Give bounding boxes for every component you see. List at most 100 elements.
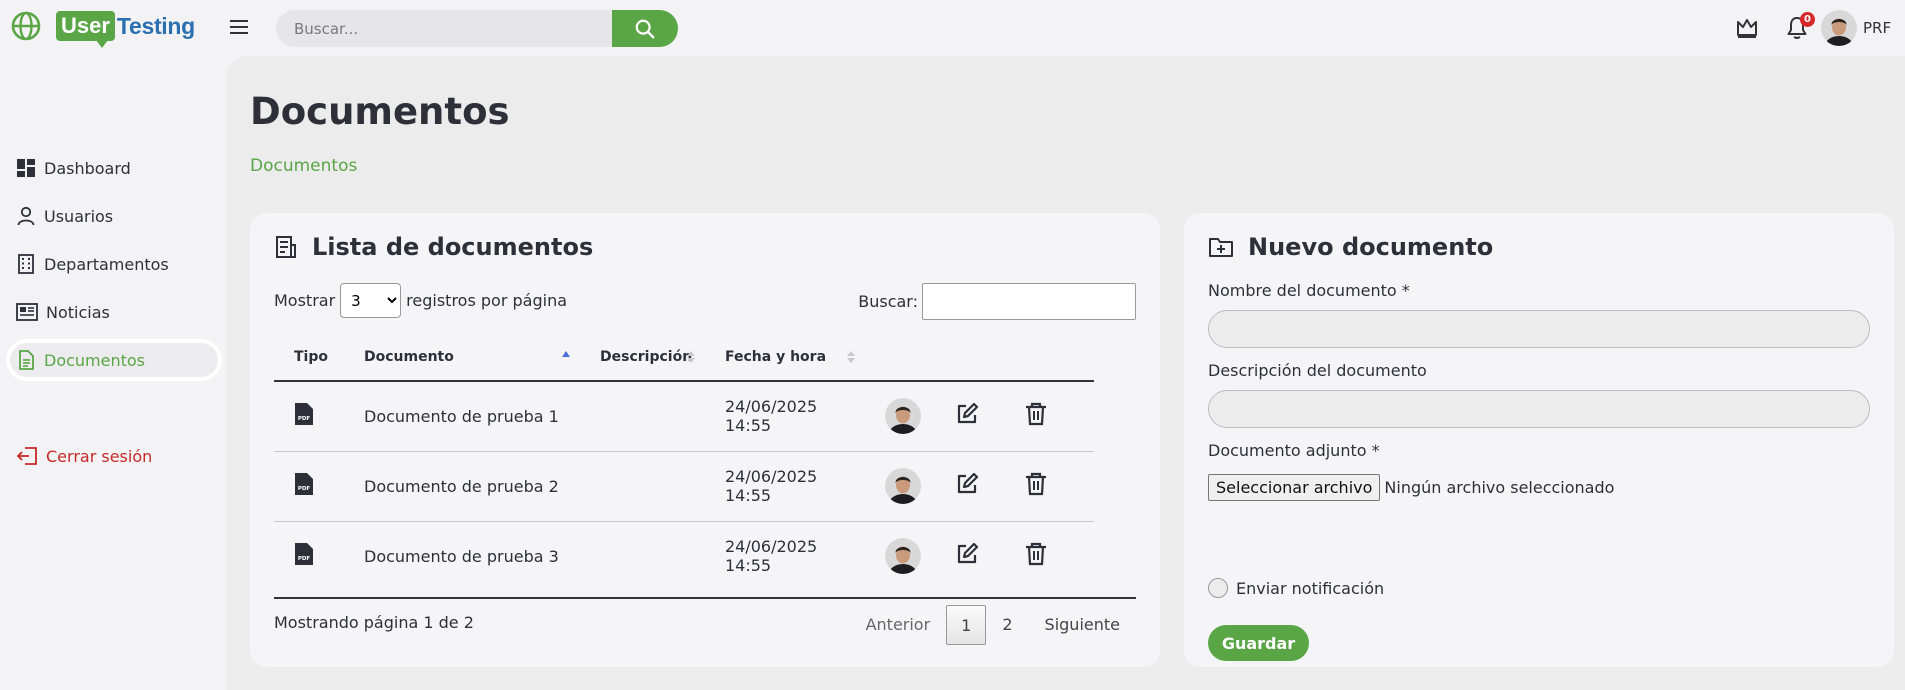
logout-button[interactable]: Cerrar sesión [6, 435, 222, 477]
column-header-descripcion[interactable]: Descripción [580, 333, 705, 382]
sidebar-item-departamentos[interactable]: Departamentos [6, 243, 222, 285]
sort-asc-icon [562, 351, 570, 357]
user-initials[interactable]: PRF [1863, 19, 1891, 37]
file-input-row: Seleccionar archivo Ningún archivo selec… [1208, 474, 1614, 501]
author-avatar [885, 468, 921, 504]
sidebar-item-label: Departamentos [44, 254, 169, 274]
table-bottom-border [274, 597, 1136, 599]
pagination-page-1[interactable]: 1 [946, 605, 987, 645]
logo[interactable]: User Testing [10, 10, 195, 48]
documents-list-card: Lista de documentos Mostrar 3 registros … [250, 213, 1160, 667]
pdf-file-icon[interactable]: PDF [294, 402, 314, 426]
type-cell: PDF [274, 521, 344, 591]
notification-badge: 0 [1800, 12, 1815, 27]
type-cell: PDF [274, 381, 344, 452]
document-file-label: Documento adjunto * [1208, 441, 1380, 460]
document-description-input[interactable] [1208, 390, 1870, 428]
sort-both-icon [687, 351, 695, 363]
folder-plus-icon [1209, 238, 1233, 257]
crown-icon[interactable] [1735, 17, 1759, 39]
sidebar-item-documentos[interactable]: Documentos [6, 339, 222, 381]
sidebar-item-label: Dashboard [44, 158, 131, 178]
document-name-cell: Documento de prueba 3 [364, 546, 559, 566]
newspaper-icon [16, 303, 38, 321]
search-input[interactable] [276, 10, 606, 47]
sidebar-item-dashboard[interactable]: Dashboard [6, 147, 222, 189]
delete-cell [1005, 381, 1094, 452]
delete-cell [1005, 451, 1094, 522]
sort-both-icon [847, 351, 855, 363]
description-cell [580, 381, 705, 452]
file-status: Ningún archivo seleccionado [1384, 478, 1615, 497]
breadcrumb[interactable]: Documentos [250, 156, 357, 176]
table-row: PDF Documento de prueba 2 24/06/2025 14:… [274, 451, 1094, 522]
pdf-file-icon[interactable]: PDF [294, 472, 314, 496]
column-header-delete [1005, 333, 1094, 382]
sidebar-item-usuarios[interactable]: Usuarios [6, 195, 222, 237]
column-header-fecha[interactable]: Fecha y hora [705, 333, 865, 382]
author-cell [865, 521, 935, 591]
datetime-cell: 24/06/2025 14:55 [705, 381, 865, 452]
column-header-tipo[interactable]: Tipo [274, 333, 344, 382]
trash-icon[interactable] [1025, 542, 1047, 566]
document-name-label: Nombre del documento * [1208, 281, 1410, 300]
global-search [276, 10, 678, 47]
save-button[interactable]: Guardar [1208, 625, 1309, 661]
document-name-input[interactable] [1208, 310, 1870, 348]
delete-cell [1005, 521, 1094, 591]
pagination-page-2[interactable]: 2 [986, 605, 1028, 645]
documents-table: Tipo Documento Descripción Fecha y hora [274, 333, 1094, 591]
list-card-title: Lista de documentos [274, 233, 593, 261]
description-cell [580, 521, 705, 591]
pagination-next[interactable]: Siguiente [1029, 605, 1136, 645]
user-avatar[interactable] [1821, 10, 1857, 46]
sidebar-item-label: Documentos [44, 350, 146, 370]
notify-checkbox[interactable] [1208, 578, 1228, 598]
datetime-cell: 24/06/2025 14:55 [725, 537, 818, 576]
document-name-cell: Documento de prueba 2 [344, 451, 580, 522]
choose-file-button[interactable]: Seleccionar archivo [1208, 474, 1381, 501]
filter-label: Buscar: [858, 292, 918, 311]
table-row: PDF Documento de prueba 1 24/06/2025 14:… [274, 381, 1094, 452]
edit-icon[interactable] [955, 542, 979, 566]
notify-label[interactable]: Enviar notificación [1236, 579, 1384, 598]
column-header-edit [935, 333, 1005, 382]
edit-icon[interactable] [955, 472, 979, 496]
main-content: Documentos Documentos Lista de documento… [226, 56, 1905, 690]
document-icon [19, 350, 34, 370]
user-icon [17, 206, 35, 226]
datetime-cell: 24/06/2025 14:55 [705, 451, 865, 522]
trash-icon[interactable] [1025, 472, 1047, 496]
top-bar: User Testing 0 [0, 0, 1905, 56]
page-length-select[interactable]: 3 [340, 283, 402, 318]
search-button[interactable] [612, 10, 678, 47]
logout-icon [16, 447, 37, 465]
table-filter: Buscar: [858, 283, 1136, 320]
pagination-previous[interactable]: Anterior [850, 605, 947, 645]
table-info: Mostrando página 1 de 2 [274, 613, 474, 632]
table-search-input[interactable] [922, 283, 1136, 320]
list-title: Lista de documentos [312, 233, 594, 261]
author-avatar [885, 538, 921, 575]
svg-text:PDF: PDF [298, 556, 311, 562]
type-cell: PDF [274, 451, 344, 522]
new-document-card: Nuevo documento Nombre del documento * D… [1184, 213, 1894, 667]
description-cell [580, 451, 705, 522]
notifications-button[interactable]: 0 [1785, 12, 1815, 45]
sidebar-item-label: Usuarios [44, 206, 114, 226]
trash-icon[interactable] [1025, 402, 1047, 426]
column-header-documento[interactable]: Documento [344, 333, 580, 382]
length-suffix: registros por página [406, 291, 568, 310]
pdf-file-icon[interactable]: PDF [294, 542, 314, 566]
pagination: Anterior 1 2 Siguiente [850, 605, 1136, 645]
logo-text-user: User [56, 11, 115, 48]
sidebar-item-label: Noticias [46, 302, 110, 322]
edit-cell [935, 451, 1005, 522]
page-length-control: Mostrar 3 registros por página [274, 283, 567, 318]
length-prefix: Mostrar [274, 291, 336, 310]
sidebar: Dashboard Usuarios Departamentos Noticia… [0, 56, 226, 690]
edit-icon[interactable] [955, 402, 979, 426]
logout-label: Cerrar sesión [46, 446, 153, 466]
menu-toggle-icon[interactable] [228, 17, 250, 37]
sidebar-item-noticias[interactable]: Noticias [6, 291, 222, 333]
